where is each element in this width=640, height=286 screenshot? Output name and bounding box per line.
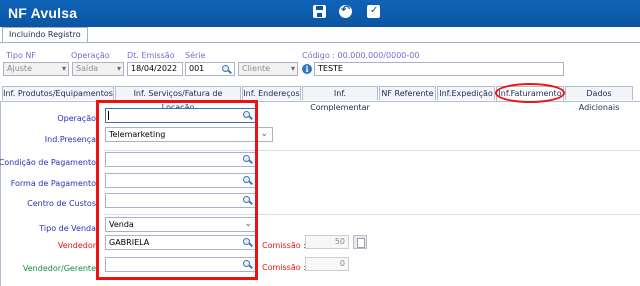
serie-value: 001 xyxy=(189,64,205,73)
tipo-nf-value: Ajuste xyxy=(7,64,32,73)
chevron-down-icon: ▾ xyxy=(290,64,295,73)
operacao-header-select: Saída ▾ xyxy=(72,62,124,76)
status-tab: Incluindo Registro xyxy=(2,27,88,43)
centro-custos-label: Centro de Custos xyxy=(27,199,96,208)
chevron-down-icon: ⌄ xyxy=(260,129,268,139)
destinatario-tipo-select: Cliente ▾ xyxy=(238,62,298,76)
serie-field[interactable]: 001 xyxy=(185,62,235,76)
comissao-gerente-label: Comissão : xyxy=(262,263,306,272)
forma-pagamento-label: Forma de Pagamento xyxy=(10,179,96,188)
tab-inf-complementar[interactable]: Inf. Complementar xyxy=(302,86,378,112)
tab-inf-expedicao[interactable]: Inf.Expedição xyxy=(437,86,495,100)
condicao-pagamento-label: Condição de Pagamento xyxy=(0,158,96,167)
document-check-icon[interactable] xyxy=(367,5,380,18)
tab-dados-adicionais[interactable]: Dados Adicionais xyxy=(565,86,633,112)
tab-inf-enderecos[interactable]: Inf. Endereços xyxy=(242,86,301,100)
codigo-value: TESTE xyxy=(318,64,343,73)
tab-inf-servicos[interactable]: Inf. Serviços/Fatura de Locação xyxy=(115,86,241,112)
operacao-label: Operação xyxy=(57,114,96,123)
highlight-oval xyxy=(495,83,565,103)
calculator-icon[interactable] xyxy=(353,235,367,249)
chevron-down-icon: ▾ xyxy=(116,64,121,73)
status-divider xyxy=(0,42,640,43)
chevron-down-icon: ▾ xyxy=(61,64,66,73)
panel-border xyxy=(0,102,1,286)
tab-inf-produtos[interactable]: Inf. Produtos/Equipamentos xyxy=(2,86,114,100)
destinatario-tipo-value: Cliente xyxy=(242,64,271,73)
tipo-venda-label: Tipo de Venda xyxy=(39,224,96,233)
dt-emissao-field[interactable]: 18/04/2022 xyxy=(127,62,183,76)
codigo-field[interactable]: TESTE xyxy=(314,62,564,76)
vendedor-label: Vendedor xyxy=(57,241,96,250)
codigo-label: Código : 00.000.000/0000-00 xyxy=(302,51,420,60)
dt-emissao-value: 18/04/2022 xyxy=(131,64,178,73)
serie-label: Série xyxy=(185,51,206,60)
ind-presenca-label: Ind.Presença xyxy=(44,135,96,144)
comissao-label: Comissão : xyxy=(262,241,306,250)
comissao-gerente-field: 0 xyxy=(305,257,349,271)
comissao-field: 50 xyxy=(305,235,349,249)
dt-emissao-label: Dt. Emissão xyxy=(127,51,175,60)
undo-icon[interactable] xyxy=(339,3,352,18)
tab-nf-referente[interactable]: NF Referente xyxy=(379,86,436,100)
tipo-nf-label: Tipo NF xyxy=(6,51,36,60)
save-icon[interactable] xyxy=(313,5,326,18)
info-icon[interactable]: i xyxy=(302,64,312,74)
operacao-header-label: Operação xyxy=(71,51,110,60)
title-bar: NF Avulsa xyxy=(0,0,640,27)
search-icon[interactable] xyxy=(222,65,231,74)
operacao-header-value: Saída xyxy=(76,64,99,73)
highlight-box xyxy=(96,100,258,280)
vendedor-gerente-label: Vendedor/Gerente xyxy=(22,264,96,273)
tipo-nf-select: Ajuste ▾ xyxy=(3,62,69,76)
app-title: NF Avulsa xyxy=(8,5,78,21)
